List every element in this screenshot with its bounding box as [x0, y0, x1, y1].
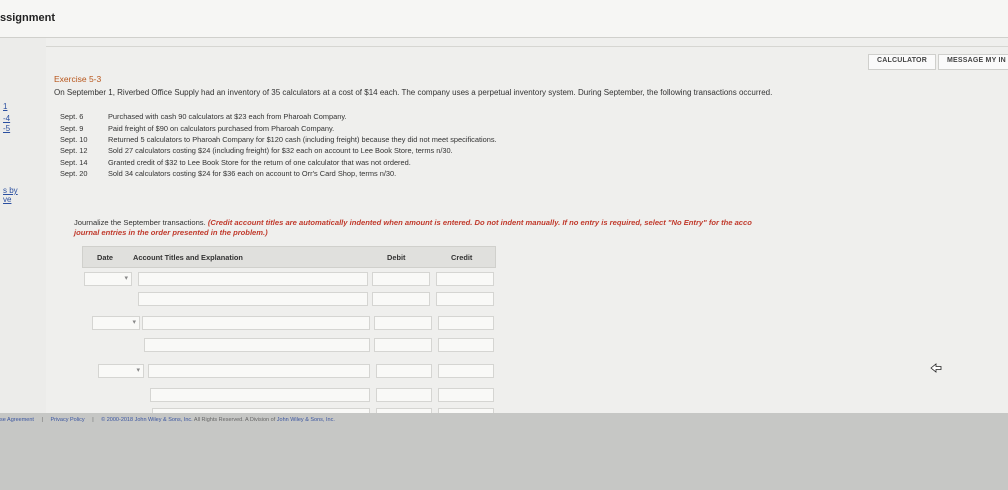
instruction-note-continued: journal entries in the order presented i… — [74, 228, 268, 237]
journal-entry-table: Date Account Titles and Explanation Debi… — [82, 246, 496, 416]
chevron-down-icon: ▾ — [132, 319, 136, 326]
debit-field[interactable] — [376, 364, 432, 378]
mouse-cursor-icon — [930, 363, 942, 373]
transaction-date: Sept. 6 — [60, 112, 84, 121]
debit-field[interactable] — [374, 338, 432, 352]
left-nav: 1 -4 -5 s by ve — [0, 38, 46, 413]
instruction-text: Journalize the September transactions. — [74, 218, 206, 227]
transaction-text: Returned 5 calculators to Pharoah Compan… — [108, 135, 497, 144]
col-account: Account Titles and Explanation — [133, 253, 243, 262]
account-title-field[interactable] — [150, 388, 370, 402]
debit-field[interactable] — [372, 292, 430, 306]
date-select[interactable]: ▾ — [92, 316, 140, 330]
divider — [46, 46, 1008, 47]
left-nav-link[interactable]: 1 — [3, 102, 7, 111]
calculator-button[interactable]: CALCULATOR — [868, 54, 936, 70]
footer-separator: | — [92, 417, 94, 423]
page-title: ssignment — [0, 12, 56, 24]
transaction-date: Sept. 12 — [60, 146, 88, 155]
credit-field[interactable] — [438, 338, 494, 352]
left-nav-link[interactable]: ve — [3, 195, 11, 204]
credit-field[interactable] — [436, 272, 494, 286]
col-date: Date — [97, 253, 114, 262]
transaction-row: Sept. 14 Granted credit of $32 to Lee Boo… — [60, 158, 411, 167]
instruction-note: (Credit account titles are automatically… — [207, 218, 752, 227]
transaction-text: Paid freight of $90 on calculators purch… — [108, 124, 335, 133]
account-title-field[interactable] — [138, 292, 368, 306]
credit-field[interactable] — [436, 292, 494, 306]
credit-field[interactable] — [438, 364, 494, 378]
instructions: Journalize the September transactions. (… — [74, 218, 1008, 238]
debit-field[interactable] — [372, 272, 430, 286]
company-link[interactable]: John Wiley & Sons, Inc. — [277, 417, 335, 423]
date-select[interactable]: ▾ — [98, 364, 144, 378]
rights-text: All Rights Reserved. A Division of — [193, 417, 276, 423]
account-title-field[interactable] — [148, 364, 370, 378]
transaction-row: Sept. 6 Purchased with cash 90 calculator… — [60, 112, 347, 121]
footer-separator: | — [41, 417, 43, 423]
transaction-date: Sept. 10 — [60, 135, 88, 144]
journal-header: Date Account Titles and Explanation Debi… — [82, 246, 496, 268]
left-nav-link[interactable]: -4 — [3, 114, 10, 123]
footer-links: se Agreement | Privacy Policy | © 2000-2… — [0, 417, 335, 423]
top-bar: ssignment — [0, 0, 1008, 38]
chevron-down-icon: ▾ — [124, 275, 128, 282]
chevron-down-icon: ▾ — [136, 367, 140, 374]
transaction-row: Sept. 9 Paid freight of $90 on calculator… — [60, 124, 334, 133]
exercise-title: Exercise 5-3 — [54, 74, 102, 84]
account-title-field[interactable] — [142, 316, 370, 330]
copyright-link[interactable]: © 2000-2018 John Wiley & Sons, Inc. — [101, 417, 193, 423]
date-select[interactable]: ▾ — [84, 272, 132, 286]
transaction-row: Sept. 12 Sold 27 calculators costing $24 … — [60, 146, 453, 155]
credit-field[interactable] — [438, 316, 494, 330]
privacy-policy-link[interactable]: Privacy Policy — [50, 417, 84, 423]
transaction-row: Sept. 10 Returned 5 calculators to Pharoa… — [60, 135, 497, 144]
transaction-text: Sold 27 calculators costing $24 (includi… — [108, 146, 453, 155]
assignment-content: CALCULATOR MESSAGE MY IN Exercise 5-3 On… — [46, 38, 1008, 416]
col-credit: Credit — [451, 253, 473, 262]
credit-field[interactable] — [438, 388, 494, 402]
transaction-text: Purchased with cash 90 calculators at $2… — [108, 112, 347, 121]
left-nav-link[interactable]: -5 — [3, 124, 10, 133]
transaction-date: Sept. 9 — [60, 124, 84, 133]
transaction-text: Granted credit of $32 to Lee Book Store … — [108, 158, 411, 167]
account-title-field[interactable] — [138, 272, 368, 286]
debit-field[interactable] — [376, 388, 432, 402]
left-nav-link[interactable]: s by — [3, 186, 18, 195]
exercise-intro: On September 1, Riverbed Office Supply h… — [54, 88, 773, 97]
message-instructor-button[interactable]: MESSAGE MY IN — [938, 54, 1008, 70]
transaction-date: Sept. 14 — [60, 158, 88, 167]
transaction-text: Sold 34 calculators costing $24 for $36 … — [108, 169, 397, 178]
license-agreement-link[interactable]: se Agreement — [0, 417, 34, 423]
transaction-date: Sept. 20 — [60, 169, 88, 178]
account-title-field[interactable] — [144, 338, 370, 352]
col-debit: Debit — [387, 253, 406, 262]
footer: se Agreement | Privacy Policy | © 2000-2… — [0, 413, 1008, 490]
debit-field[interactable] — [374, 316, 432, 330]
transaction-row: Sept. 20 Sold 34 calculators costing $24 … — [60, 169, 396, 178]
